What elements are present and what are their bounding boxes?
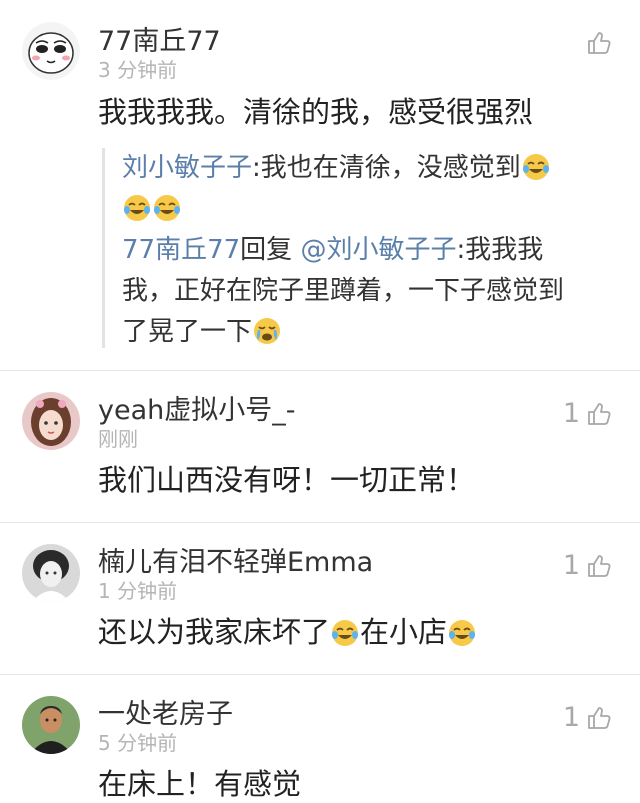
username[interactable]: 楠儿有泪不轻弹Emma [98, 547, 373, 579]
reply-line: 了晃了一下 [122, 312, 612, 353]
tears-of-joy-emoji-icon [521, 152, 551, 182]
bw-portrait-avatar-icon [22, 544, 80, 602]
username[interactable]: 77南丘77 [98, 26, 221, 58]
reply-mention[interactable]: @刘小敏子子 [300, 235, 456, 265]
like-count: 1 [562, 550, 580, 581]
man-photo-avatar-icon [22, 696, 80, 754]
comment-text: 还以为我家床坏了 在小店 [98, 614, 477, 650]
timestamp: 3 分钟前 [98, 58, 178, 82]
tears-of-joy-emoji-icon [447, 618, 477, 648]
username[interactable]: yeah虚拟小号_- [98, 395, 296, 427]
girl-photo-avatar-icon [22, 392, 80, 450]
avatar[interactable] [22, 544, 80, 602]
timestamp: 1 分钟前 [98, 579, 178, 603]
like-count: 1 [562, 398, 580, 429]
comment-text-part: 在小店 [360, 615, 448, 649]
timestamp: 刚刚 [98, 427, 138, 451]
divider [0, 522, 640, 523]
reply-label: 回复 [240, 235, 301, 265]
username[interactable]: 一处老房子 [98, 699, 233, 731]
divider [0, 370, 640, 371]
reply-text: 了晃了一下 [122, 317, 253, 347]
reply-username[interactable]: 77南丘77 [122, 235, 240, 265]
tears-of-joy-emoji-icon [152, 193, 182, 223]
tears-of-joy-emoji-icon [330, 618, 360, 648]
thumbs-up-icon [588, 32, 611, 54]
like-button[interactable]: 1 [563, 550, 612, 582]
tears-of-joy-emoji-icon [122, 193, 152, 223]
reply-text: :我我我 [456, 235, 544, 265]
thumbs-up-icon [588, 403, 611, 425]
cartoon-face-avatar-icon [22, 22, 80, 80]
like-button[interactable]: 1 [563, 702, 612, 734]
reply-line [122, 189, 612, 230]
reply-thread: 刘小敏子子:我也在清徐，没感觉到 77南丘77回复 @刘小敏子子:我我我 我，正… [102, 148, 612, 348]
reply-line: 77南丘77回复 @刘小敏子子:我我我 [122, 230, 612, 271]
crying-emoji-icon [252, 316, 282, 346]
thumbs-up-icon [588, 555, 611, 577]
like-button[interactable]: 1 [563, 398, 612, 430]
like-button[interactable] [580, 30, 612, 56]
comment-text: 我们山西没有呀！一切正常！ [98, 463, 476, 497]
timestamp: 5 分钟前 [98, 731, 178, 755]
reply-line: 刘小敏子子:我也在清徐，没感觉到 [122, 148, 612, 189]
reply-text: 我，正好在院子里蹲着，一下子感觉到 [122, 276, 565, 306]
reply-username[interactable]: 刘小敏子子 [122, 153, 252, 183]
avatar[interactable] [22, 22, 80, 80]
thumbs-up-icon [588, 707, 611, 729]
divider [0, 674, 640, 675]
comment-text: 我我我我。清徐的我，感受很强烈 [98, 95, 534, 129]
avatar[interactable] [22, 696, 80, 754]
comment-text-part: 还以为我家床坏了 [98, 615, 331, 649]
comment-text: 在床上！有感觉 [98, 767, 302, 801]
reply-text: :我也在清徐，没感觉到 [252, 153, 521, 183]
avatar[interactable] [22, 392, 80, 450]
like-count: 1 [562, 702, 580, 733]
